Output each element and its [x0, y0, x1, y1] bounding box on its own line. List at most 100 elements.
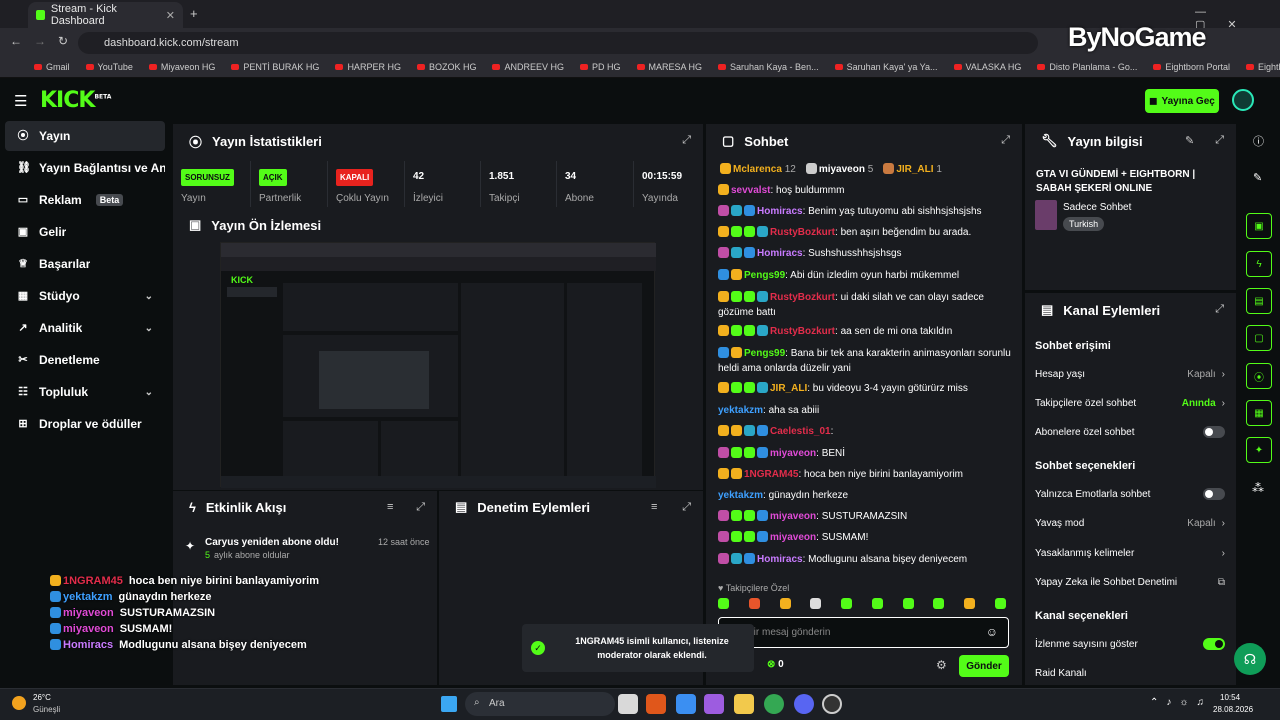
chat-username[interactable]: Pengs99: [744, 348, 785, 359]
chat-username[interactable]: Homiracs: [757, 248, 803, 259]
taskbar-search[interactable]: ⌕ Ara: [465, 692, 615, 716]
edit-icon[interactable]: ✎: [1253, 171, 1262, 184]
emote-icon[interactable]: [748, 598, 760, 609]
sidebar-item-10[interactable]: ⊞ Droplar ve ödüller: [5, 409, 165, 439]
chat-widget-icon[interactable]: ▢: [1246, 325, 1272, 351]
sidebar-item-9[interactable]: ☷ Topluluk ⌄: [5, 377, 165, 407]
support-button[interactable]: ☊: [1234, 643, 1266, 675]
chat-username[interactable]: 1NGRAM45: [744, 469, 798, 480]
new-tab-icon[interactable]: +: [190, 6, 198, 21]
store-icon[interactable]: [676, 694, 696, 714]
category-name[interactable]: Sadece Sohbet: [1063, 202, 1131, 213]
apps-icon[interactable]: ⁂: [1252, 481, 1264, 495]
emote-icon[interactable]: [871, 598, 883, 609]
chat-username[interactable]: miyaveon: [770, 532, 816, 543]
info-icon[interactable]: ⓘ: [1253, 133, 1264, 149]
expand-icon[interactable]: ⤢: [682, 501, 691, 514]
chat-username[interactable]: miyaveon: [770, 448, 816, 459]
expand-icon[interactable]: ⤢: [1001, 134, 1010, 147]
bookmark-item[interactable]: Saruhan Kaya' ya Ya...: [834, 62, 938, 72]
chat-username[interactable]: Pengs99: [744, 270, 785, 281]
show-viewers-toggle[interactable]: [1203, 638, 1225, 650]
sidebar-item-1[interactable]: ⦿ Yayın: [5, 121, 165, 151]
expand-icon[interactable]: ⤢: [682, 134, 691, 147]
stats-widget-icon[interactable]: ▣: [1246, 213, 1272, 239]
bookmark-item[interactable]: Disto Planlama - Go...: [1037, 62, 1137, 72]
bookmark-item[interactable]: Miyaveon HG: [148, 62, 215, 72]
windows-start-icon[interactable]: [441, 696, 457, 712]
expand-icon[interactable]: ⤢: [416, 501, 425, 514]
account-age-row[interactable]: Hesap yaşı Kapalı ›: [1035, 364, 1225, 384]
chat-username[interactable]: Caelestis_01: [770, 426, 831, 437]
file-explorer-icon[interactable]: [618, 694, 638, 714]
chat-username[interactable]: RustyBozkurt: [770, 227, 835, 238]
emote-icon[interactable]: [841, 598, 853, 609]
emote-icon[interactable]: [779, 598, 791, 609]
tray-icons[interactable]: ⌃♪☼♫: [1150, 697, 1212, 708]
emote-icon[interactable]: [718, 598, 729, 609]
bookmark-item[interactable]: BOZOK HG: [416, 62, 476, 72]
sidebar-item-3[interactable]: ▭ Reklam Beta: [5, 185, 165, 215]
bookmark-item[interactable]: MARESA HG: [636, 62, 702, 72]
chat-username[interactable]: RustyBozkurt: [770, 292, 835, 303]
discord-icon[interactable]: [794, 694, 814, 714]
sidebar-item-6[interactable]: ▦ Stüdyo ⌄: [5, 281, 165, 311]
expand-icon[interactable]: ⤢: [1215, 134, 1224, 147]
bookmark-item[interactable]: HARPER HG: [335, 62, 401, 72]
filter-icon[interactable]: ≡: [651, 501, 657, 513]
clock-time[interactable]: 10:54: [1220, 693, 1240, 702]
bookmark-item[interactable]: PENTİ BURAK HG: [231, 62, 319, 72]
bookmark-item[interactable]: PD HG: [579, 62, 621, 72]
expand-icon[interactable]: ⤢: [1215, 303, 1224, 316]
browser-tab[interactable]: Stream - Kick Dashboard ✕: [28, 2, 183, 28]
gifter-2[interactable]: miyaveon 5: [805, 163, 873, 175]
emote-icon[interactable]: [810, 598, 822, 609]
app-icon[interactable]: [646, 694, 666, 714]
kick-logo[interactable]: KICKBETA: [40, 88, 111, 113]
emote-icon[interactable]: [933, 598, 945, 609]
chat-input[interactable]: Bir mesaj gönderin ☺: [718, 617, 1009, 648]
menu-icon[interactable]: ☰: [14, 92, 27, 110]
copilot-icon[interactable]: [704, 694, 724, 714]
channel-widget-icon[interactable]: ▦: [1246, 400, 1272, 426]
folder-icon[interactable]: [734, 694, 754, 714]
url-field[interactable]: dashboard.kick.com/stream: [78, 32, 1038, 54]
chat-username[interactable]: yektakzm: [718, 405, 763, 416]
chat-username[interactable]: sevvalst: [731, 185, 770, 196]
emote-icon[interactable]: [902, 598, 914, 609]
emote-icon[interactable]: [994, 598, 1006, 609]
bookmark-item[interactable]: Gmail: [34, 62, 70, 72]
bookmark-item[interactable]: YouTube: [85, 62, 133, 72]
emote-icon[interactable]: [964, 598, 976, 609]
chat-username[interactable]: yektakzm: [718, 490, 763, 501]
gifter-1[interactable]: Mclarenca 12: [720, 163, 796, 175]
info-widget-icon[interactable]: ✦: [1246, 437, 1272, 463]
subs-chat-toggle[interactable]: [1203, 426, 1225, 438]
ai-moderation-row[interactable]: Yapay Zeka ile Sohbet Denetimi ⧉: [1035, 572, 1225, 592]
slow-mode-row[interactable]: Yavaş mod Kapalı ›: [1035, 513, 1225, 533]
gifter-3[interactable]: JIR_ALI 1: [883, 163, 942, 175]
bookmark-item[interactable]: ANDREEV HG: [492, 62, 564, 72]
bookmark-item[interactable]: Eightborn Portal: [1153, 62, 1230, 72]
emoji-icon[interactable]: ☺: [986, 625, 998, 639]
close-tab-icon[interactable]: ✕: [166, 9, 175, 22]
preview-widget-icon[interactable]: ⦿: [1246, 363, 1272, 389]
forward-icon[interactable]: →: [34, 34, 46, 48]
bookmark-item[interactable]: Saruhan Kaya - Ben...: [718, 62, 819, 72]
sidebar-item-2[interactable]: ⛓ Yayın Bağlantısı ve Anahtar: [5, 153, 165, 183]
edit-icon[interactable]: ✎: [1185, 134, 1194, 147]
banned-words-row[interactable]: Yasaklanmış kelimeler ›: [1035, 543, 1225, 563]
sidebar-item-8[interactable]: ✂ Denetleme: [5, 345, 165, 375]
chat-username[interactable]: Homiracs: [757, 554, 803, 565]
obs-icon[interactable]: [822, 694, 842, 714]
send-button[interactable]: Gönder: [959, 655, 1009, 677]
sidebar-item-7[interactable]: ↗ Analitik ⌄: [5, 313, 165, 343]
sidebar-item-5[interactable]: ♕ Başarılar: [5, 249, 165, 279]
bookmark-item[interactable]: EightbornV Has Hak...: [1245, 62, 1280, 72]
reload-icon[interactable]: ↻: [58, 34, 68, 48]
bookmark-item[interactable]: VALASKA HG: [953, 62, 1021, 72]
chat-username[interactable]: RustyBozkurt: [770, 326, 835, 337]
chat-username[interactable]: Homiracs: [757, 206, 803, 217]
raid-channel-row[interactable]: Raid Kanalı: [1035, 663, 1225, 683]
activity-widget-icon[interactable]: ϟ: [1246, 251, 1272, 277]
